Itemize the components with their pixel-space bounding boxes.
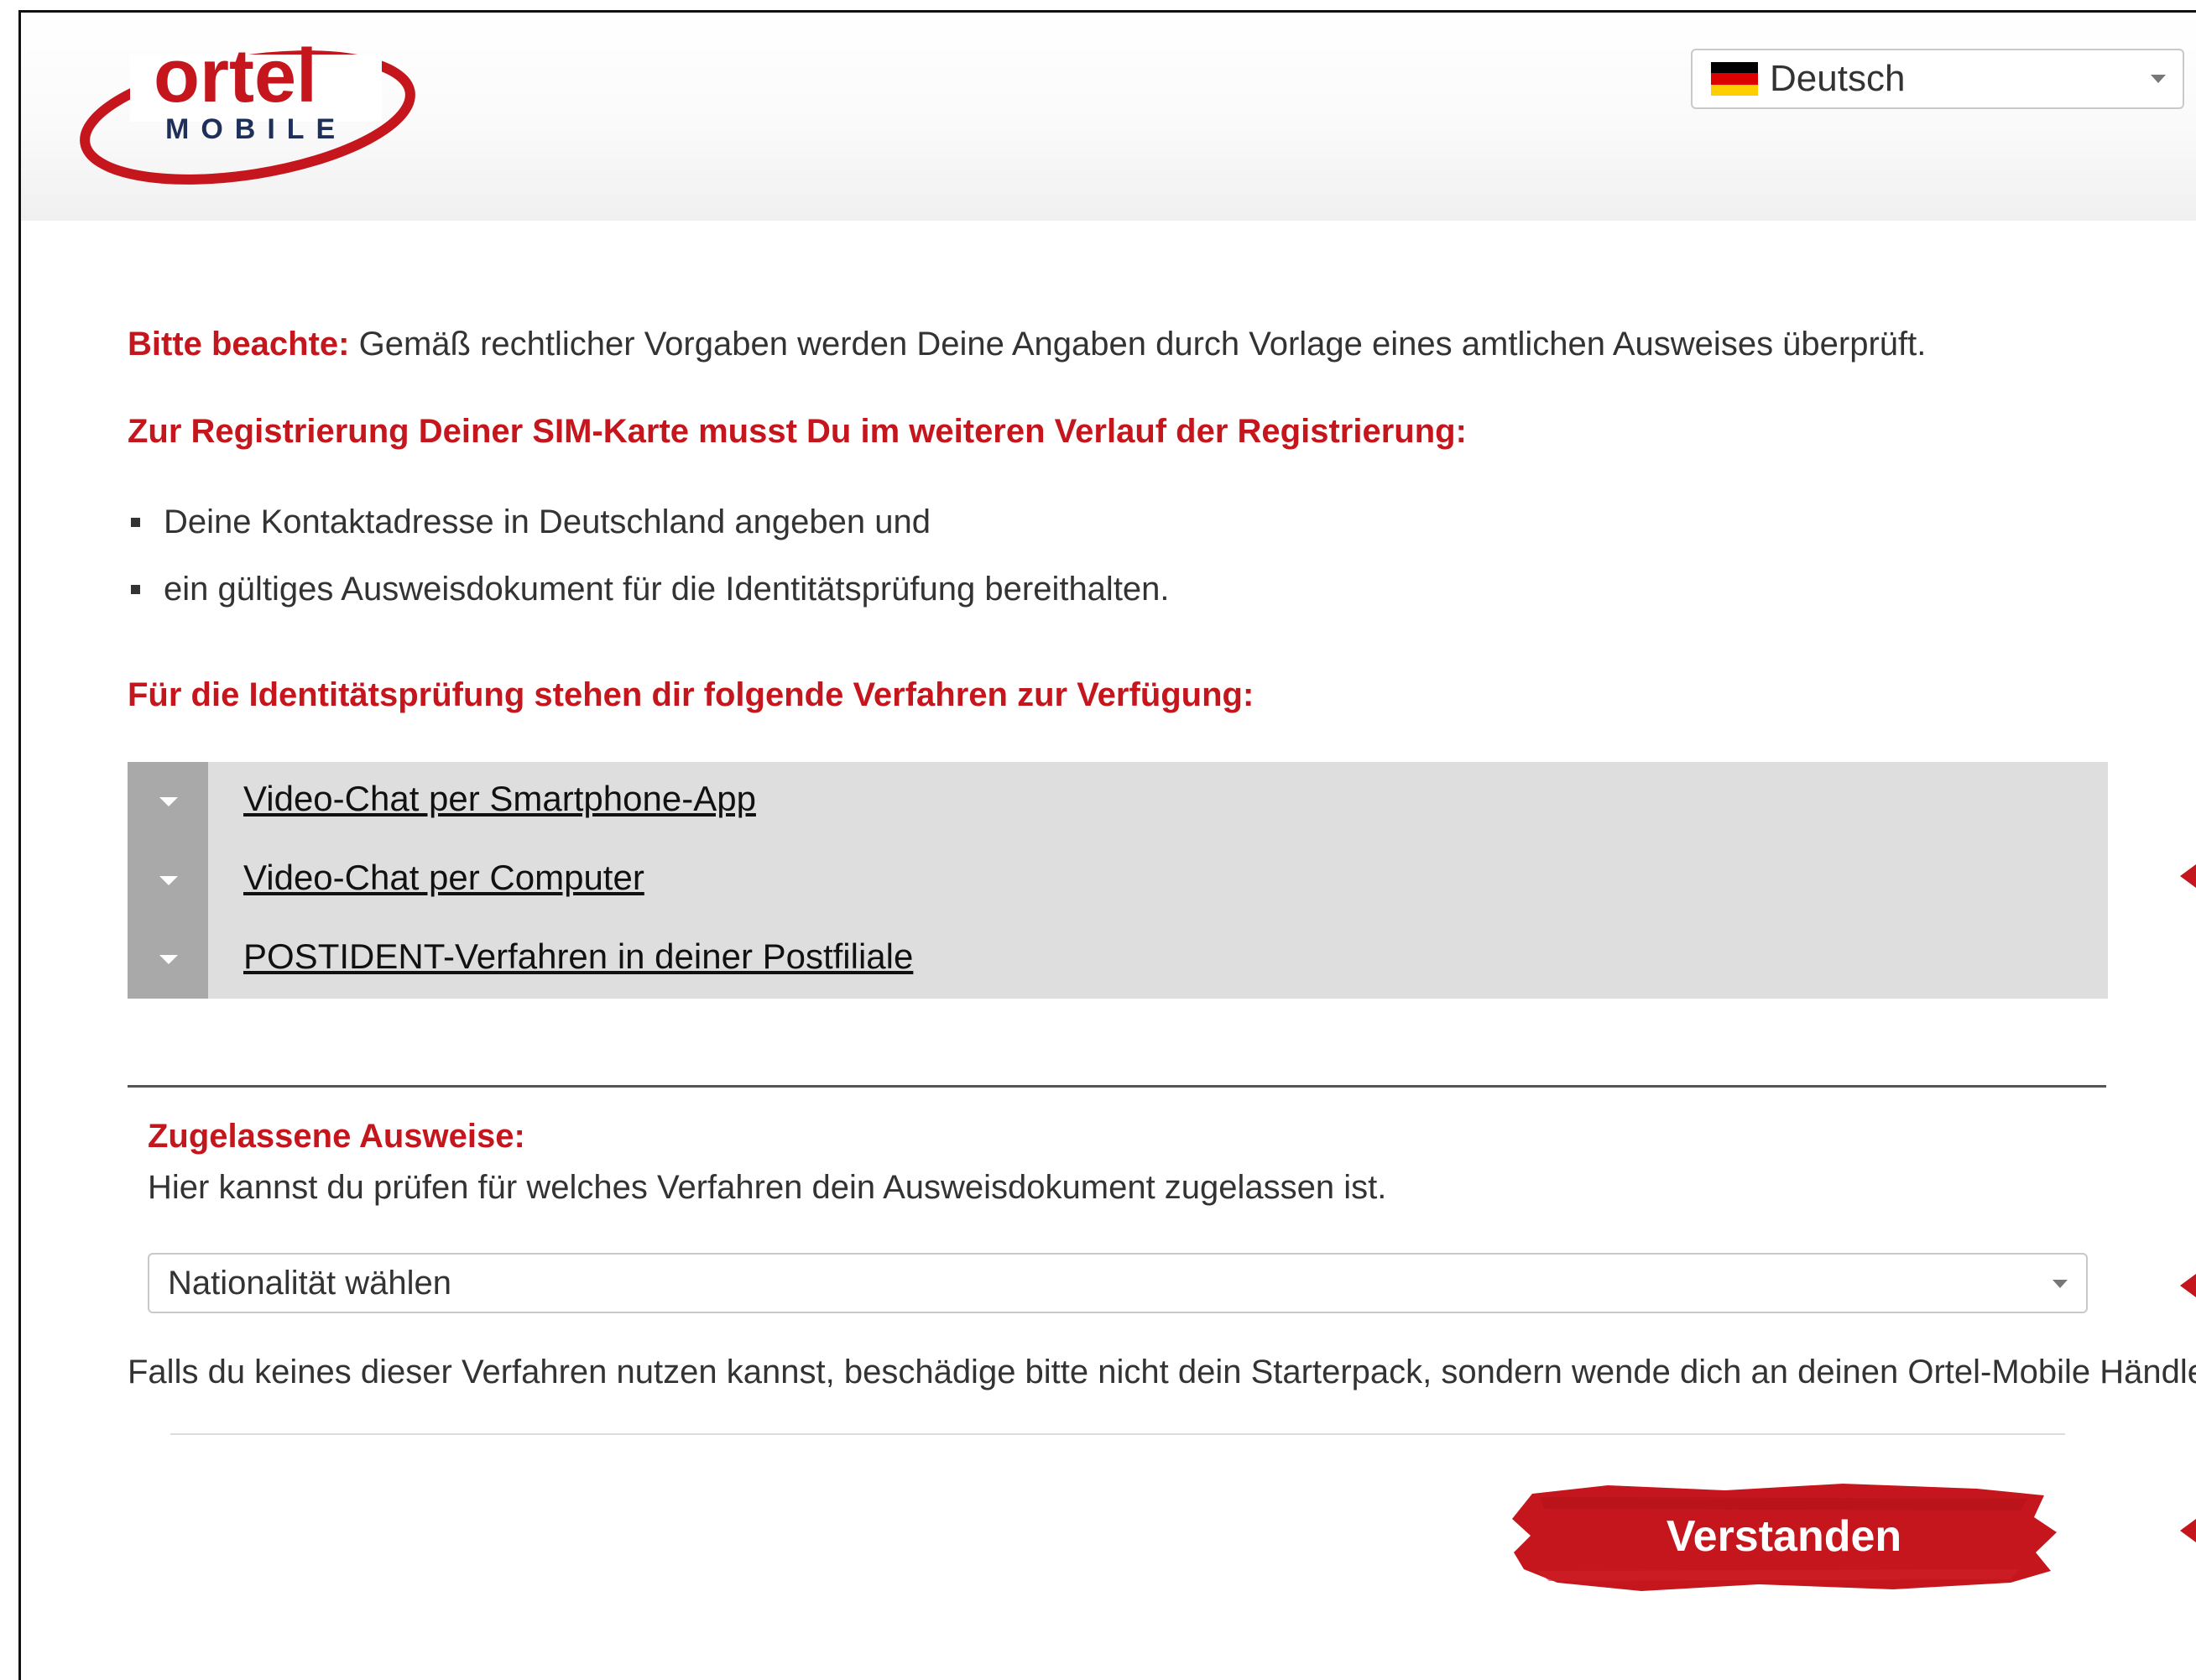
ids-description: Hier kannst du prüfen für welches Verfah… [148, 1169, 1387, 1206]
accordion-link[interactable]: Video-Chat per Smartphone-App [243, 779, 756, 819]
chevron-down-icon [159, 876, 178, 885]
procedures-heading: Für die Identitätsprüfung stehen dir fol… [128, 676, 1254, 713]
annotation-marker [2180, 864, 2196, 888]
legal-notice: Bitte beachte: Gemäß rechtlicher Vorgabe… [128, 326, 1926, 363]
accordion-link[interactable]: POSTIDENT-Verfahren in deiner Postfilial… [243, 937, 913, 977]
header: ortel MOBILE Deutsch [21, 13, 2196, 221]
fallback-note: Falls du keines dieser Verfahren nutzen … [128, 1354, 2196, 1390]
bullet-icon [131, 585, 140, 594]
list-item: ein gültiges Ausweisdokument für die Ide… [128, 571, 1170, 608]
understood-button-label: Verstanden [1666, 1512, 1902, 1561]
list-item-text: Deine Kontaktadresse in Deutschland ange… [164, 503, 931, 540]
logo-sub: MOBILE [165, 113, 347, 145]
list-item-text: ein gültiges Ausweisdokument für die Ide… [164, 571, 1170, 608]
annotation-marker [2180, 1519, 2196, 1542]
nationality-select[interactable]: Nationalität wählen [148, 1253, 2088, 1313]
ortel-mobile-logo[interactable]: ortel MOBILE [71, 34, 424, 206]
divider [170, 1433, 2065, 1435]
legal-notice-text: Gemäß rechtlicher Vorgaben werden Deine … [349, 326, 1927, 363]
ids-heading: Zugelassene Ausweise: [148, 1118, 525, 1155]
chevron-down-icon [159, 955, 178, 964]
accordion-item-computer[interactable]: Video-Chat per Computer [128, 841, 2108, 920]
logo-graphic: ortel MOBILE [80, 34, 415, 185]
language-select[interactable]: Deutsch [1691, 49, 2184, 109]
understood-button[interactable]: Verstanden [1507, 1477, 2061, 1596]
annotation-marker [2180, 1274, 2196, 1297]
chevron-down-icon [159, 797, 178, 806]
list-item: Deine Kontaktadresse in Deutschland ange… [128, 503, 931, 541]
accordion-item-postident[interactable]: POSTIDENT-Verfahren in deiner Postfilial… [128, 920, 2108, 999]
logo-word: ortel [154, 38, 317, 118]
chevron-down-icon [2053, 1280, 2068, 1288]
accordion-item-smartphone[interactable]: Video-Chat per Smartphone-App [128, 762, 2108, 841]
accordion-link[interactable]: Video-Chat per Computer [243, 858, 644, 898]
procedure-accordion: Video-Chat per Smartphone-App Video-Chat… [128, 762, 2108, 999]
bullet-icon [131, 518, 140, 527]
language-selected-label: Deutsch [1770, 58, 1906, 99]
germany-flag-icon [1711, 62, 1758, 96]
chevron-down-icon [2151, 75, 2166, 83]
legal-notice-lead: Bitte beachte: [128, 326, 350, 363]
registration-heading: Zur Registrierung Deiner SIM-Karte musst… [128, 413, 1467, 450]
divider [128, 1085, 2106, 1088]
nationality-select-label: Nationalität wählen [168, 1265, 451, 1302]
